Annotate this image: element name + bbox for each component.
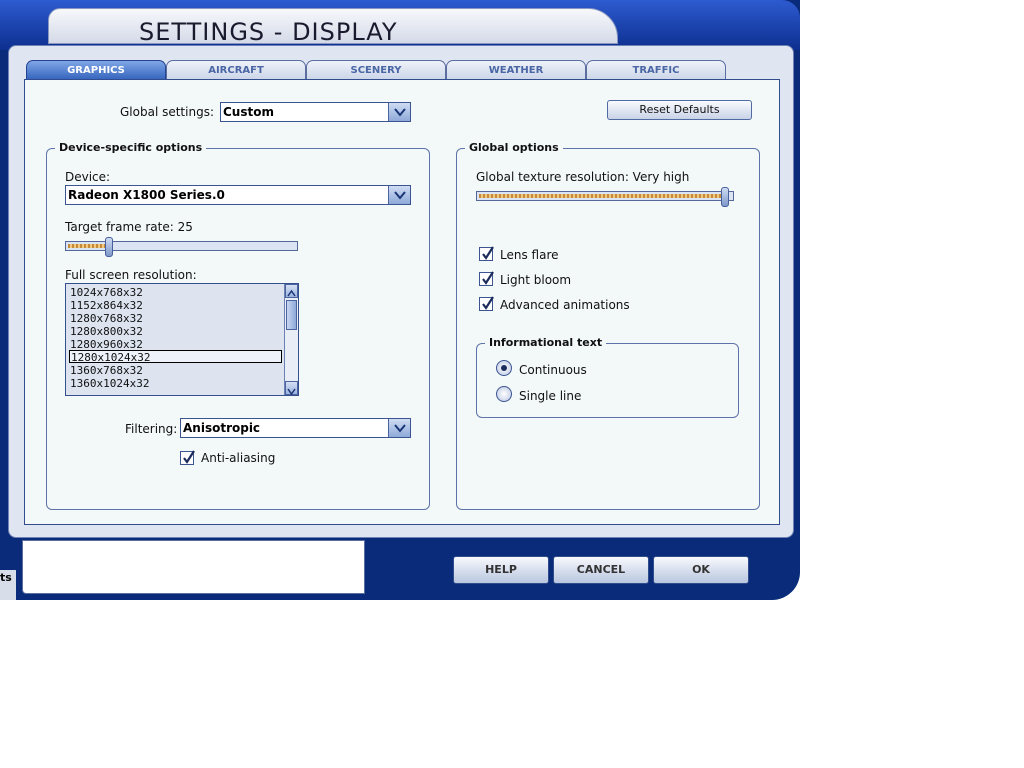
status-panel bbox=[22, 540, 365, 594]
list-item[interactable]: 1152x864x32 bbox=[69, 299, 282, 312]
tab-graphics[interactable]: GRAPHICS bbox=[26, 60, 166, 81]
single-line-radio[interactable] bbox=[496, 386, 512, 402]
texture-resolution-fill bbox=[479, 194, 725, 198]
frame-rate-label: Target frame rate: 25 bbox=[65, 220, 193, 234]
window-title: SETTINGS - DISPLAY bbox=[139, 18, 398, 46]
global-settings-label: Global settings: bbox=[120, 105, 214, 119]
informational-text-title: Informational text bbox=[485, 336, 607, 349]
list-item[interactable]: 1280x768x32 bbox=[69, 312, 282, 325]
resolution-label: Full screen resolution: bbox=[65, 268, 197, 282]
help-button[interactable]: HELP bbox=[453, 556, 549, 584]
list-item[interactable]: 1360x1024x32 bbox=[69, 377, 282, 390]
filtering-label: Filtering: bbox=[125, 422, 178, 436]
texture-resolution-label: Global texture resolution: Very high bbox=[476, 170, 690, 184]
texture-resolution-thumb[interactable] bbox=[721, 187, 729, 207]
scroll-thumb[interactable] bbox=[286, 300, 297, 330]
background-window-stub: ts bbox=[0, 570, 16, 600]
filtering-select[interactable]: Anisotropic bbox=[180, 418, 411, 438]
texture-resolution-slider[interactable] bbox=[476, 187, 734, 207]
tab-weather[interactable]: WEATHER bbox=[446, 60, 586, 80]
frame-rate-thumb[interactable] bbox=[105, 237, 113, 257]
lens-flare-label: Lens flare bbox=[500, 248, 559, 262]
global-options-group: Global options bbox=[456, 141, 760, 510]
title-bar: SETTINGS - DISPLAY bbox=[48, 8, 618, 46]
checkmark-icon bbox=[482, 246, 494, 260]
device-label: Device: bbox=[65, 170, 111, 184]
reset-defaults-button[interactable]: Reset Defaults bbox=[607, 100, 752, 120]
scroll-up-button[interactable] bbox=[285, 284, 298, 298]
continuous-label: Continuous bbox=[519, 363, 587, 377]
chevron-down-icon[interactable] bbox=[388, 419, 410, 437]
light-bloom-checkbox[interactable] bbox=[479, 271, 494, 286]
chevron-up-icon bbox=[287, 289, 296, 297]
tab-traffic[interactable]: TRAFFIC bbox=[586, 60, 726, 80]
chevron-down-icon bbox=[287, 388, 296, 396]
frame-rate-fill bbox=[68, 244, 109, 248]
lens-flare-checkbox[interactable] bbox=[479, 246, 494, 261]
list-item[interactable]: 1280x800x32 bbox=[69, 325, 282, 338]
checkmark-icon bbox=[482, 271, 494, 285]
chevron-down-icon[interactable] bbox=[388, 186, 410, 204]
continuous-radio[interactable] bbox=[496, 360, 512, 376]
ok-button[interactable]: OK bbox=[653, 556, 749, 584]
device-select[interactable]: Radeon X1800 Series.0 bbox=[65, 185, 411, 205]
global-settings-value: Custom bbox=[223, 105, 274, 119]
advanced-animations-checkbox[interactable] bbox=[479, 296, 494, 311]
list-item[interactable]: 1024x768x32 bbox=[69, 286, 282, 299]
tab-scenery[interactable]: SCENERY bbox=[306, 60, 446, 80]
informational-text-group: Informational text bbox=[476, 336, 739, 418]
scroll-down-button[interactable] bbox=[285, 381, 298, 396]
anti-aliasing-label: Anti-aliasing bbox=[201, 451, 276, 465]
global-settings-select[interactable]: Custom bbox=[220, 102, 411, 122]
radio-dot bbox=[501, 365, 507, 371]
advanced-animations-label: Advanced animations bbox=[500, 298, 630, 312]
chevron-down-icon[interactable] bbox=[388, 103, 410, 121]
filtering-value: Anisotropic bbox=[183, 421, 261, 435]
list-item[interactable]: 1360x768x32 bbox=[69, 364, 282, 377]
list-item-selected[interactable]: 1280x1024x32 bbox=[69, 350, 282, 364]
frame-rate-slider[interactable] bbox=[65, 237, 298, 257]
checkmark-icon bbox=[482, 296, 494, 310]
checkmark-icon bbox=[183, 450, 195, 464]
tab-aircraft[interactable]: AIRCRAFT bbox=[166, 60, 306, 80]
device-value: Radeon X1800 Series.0 bbox=[68, 188, 225, 202]
resolution-scrollbar[interactable] bbox=[284, 284, 298, 396]
single-line-label: Single line bbox=[519, 389, 582, 403]
light-bloom-label: Light bloom bbox=[500, 273, 572, 287]
global-options-title: Global options bbox=[465, 141, 563, 154]
cancel-button[interactable]: CANCEL bbox=[553, 556, 649, 584]
device-options-title: Device-specific options bbox=[55, 141, 207, 154]
anti-aliasing-checkbox[interactable] bbox=[180, 450, 195, 465]
resolution-list[interactable]: 1024x768x32 1152x864x32 1280x768x32 1280… bbox=[65, 283, 299, 396]
